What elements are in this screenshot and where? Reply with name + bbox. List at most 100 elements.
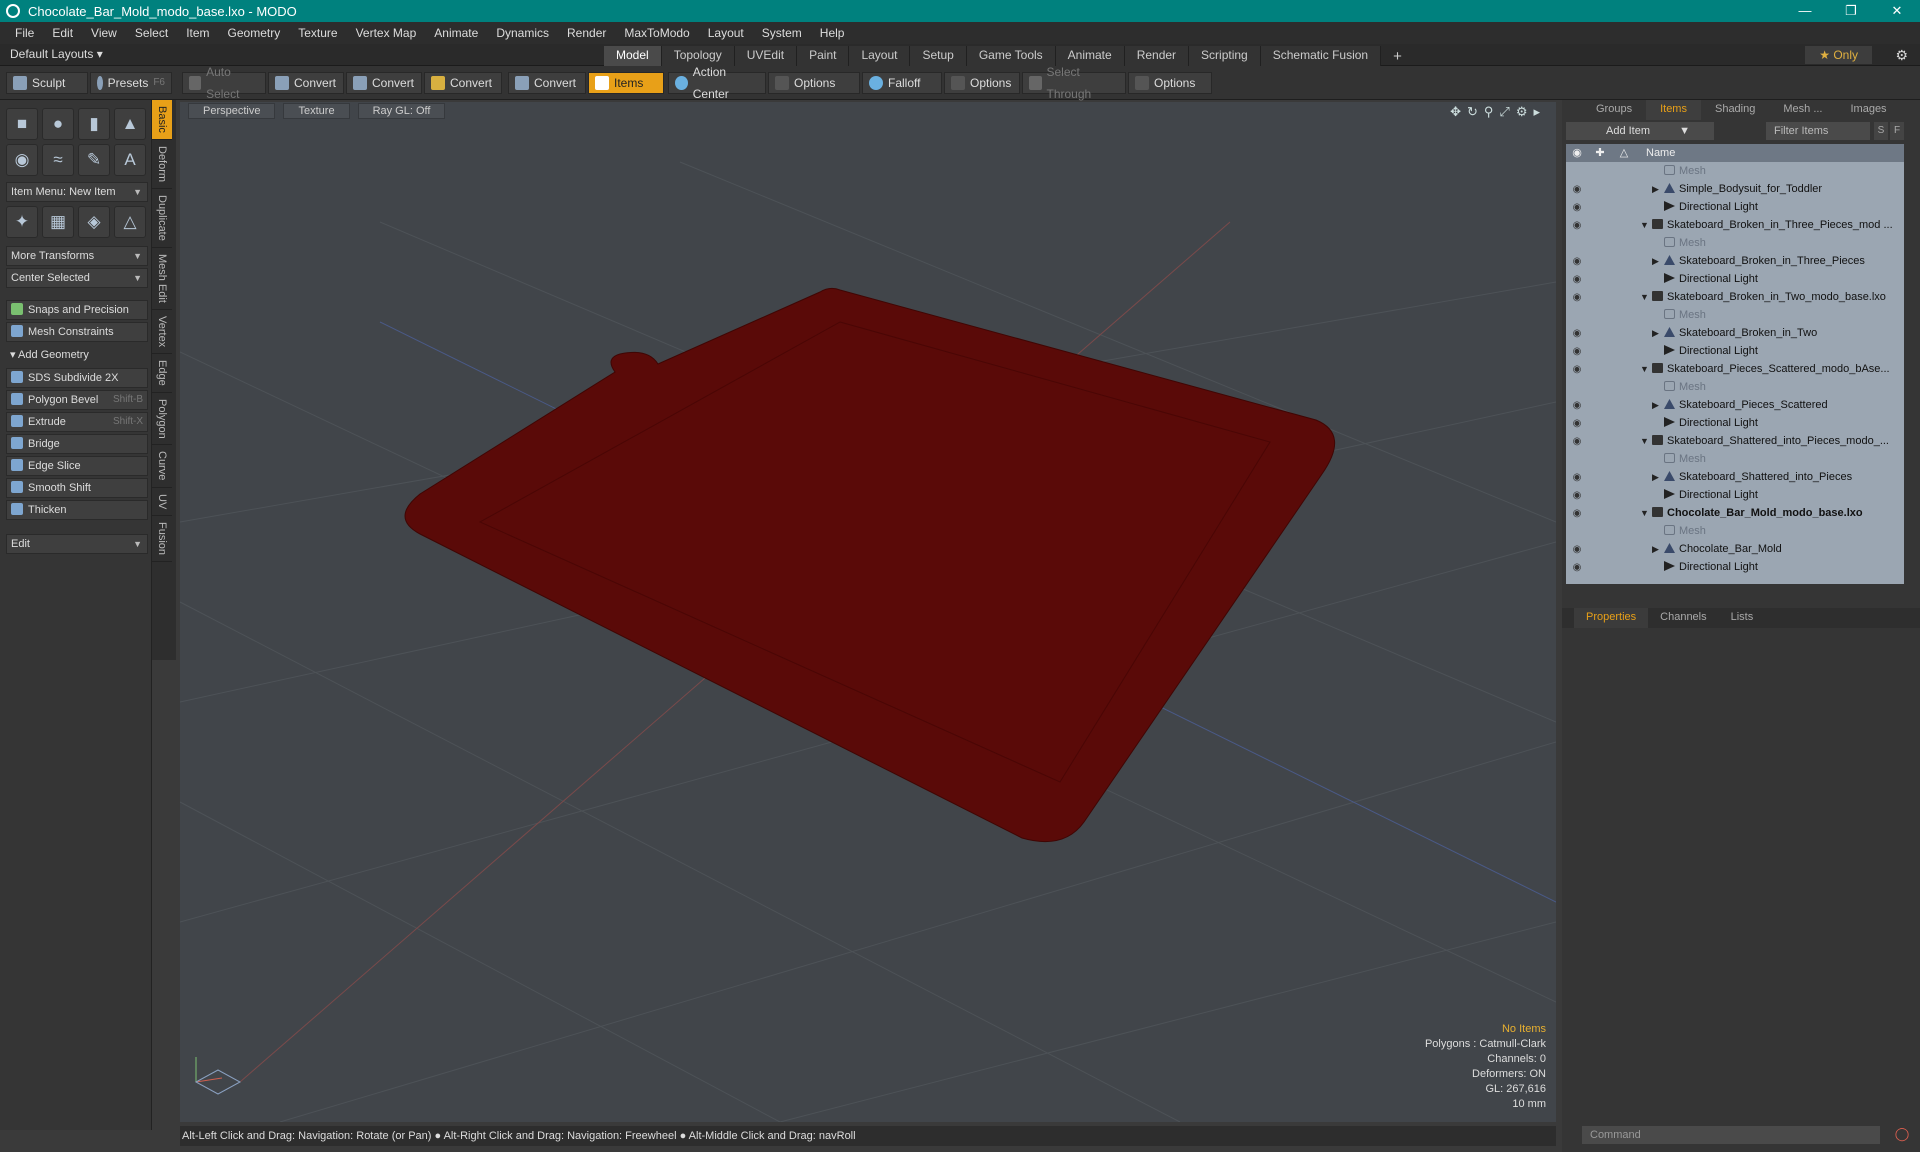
capsule-icon[interactable]: ≈ — [42, 144, 74, 176]
pen-icon[interactable]: ✎ — [78, 144, 110, 176]
menu-item-geometry[interactable]: Geometry — [219, 26, 290, 40]
convert-polygons-button[interactable]: Convert — [424, 72, 502, 94]
tab-groups[interactable]: Groups — [1582, 100, 1646, 120]
falloff-button[interactable]: Falloff — [862, 72, 942, 94]
globe-icon[interactable]: ◈ — [78, 206, 110, 238]
expand-toggle-icon[interactable]: ▼ — [1640, 436, 1652, 446]
expand-toggle-icon[interactable]: ▼ — [1640, 220, 1652, 230]
tree-row[interactable]: ◉ ▼ Skateboard_Shattered_into_Pieces_modo_… — [1566, 432, 1904, 450]
tree-row[interactable]: ◉ Directional Light — [1566, 486, 1904, 504]
visibility-eye-icon[interactable]: ◉ — [1566, 292, 1588, 303]
visibility-eye-icon[interactable]: ◉ — [1566, 544, 1588, 555]
tool-bridge[interactable]: Bridge — [6, 434, 148, 454]
default-layouts-dropdown[interactable]: Default Layouts ▾ — [10, 47, 103, 61]
minimize-icon[interactable]: — — [1782, 0, 1828, 22]
cone-icon[interactable]: ▲ — [114, 108, 146, 140]
select-options-button[interactable]: Options — [1128, 72, 1212, 94]
tab-properties[interactable]: Properties — [1574, 608, 1649, 628]
visibility-eye-icon[interactable]: ◉ — [1566, 328, 1588, 339]
vtab-mesh-edit[interactable]: Mesh Edit — [152, 248, 172, 310]
tab-setup[interactable]: Setup — [910, 46, 967, 67]
tool-smooth-shift[interactable]: Smooth Shift — [6, 478, 148, 498]
tab-render[interactable]: Render — [1124, 46, 1190, 67]
visibility-eye-icon[interactable]: ◉ — [1566, 436, 1588, 447]
items-mode-button[interactable]: Items — [588, 72, 664, 94]
tab-channels[interactable]: Channels — [1648, 608, 1718, 628]
command-input[interactable]: Command — [1582, 1126, 1880, 1144]
expand-toggle-icon[interactable]: ▼ — [1640, 364, 1652, 374]
menu-item-file[interactable]: File — [6, 26, 43, 40]
menu-item-system[interactable]: System — [753, 26, 811, 40]
vtab-deform[interactable]: Deform — [152, 140, 172, 189]
expand-toggle-icon[interactable]: ▶ — [1652, 472, 1664, 483]
transform-icon[interactable]: ✦ — [6, 206, 38, 238]
visibility-eye-icon[interactable]: ◉ — [1566, 562, 1588, 573]
visibility-eye-icon[interactable]: ◉ — [1566, 202, 1588, 213]
gear-icon[interactable]: ⚙ — [1895, 47, 1908, 64]
visibility-eye-icon[interactable]: ◉ — [1566, 508, 1588, 519]
vtab-curve[interactable]: Curve — [152, 445, 172, 488]
menu-item-dynamics[interactable]: Dynamics — [487, 26, 558, 40]
tree-row[interactable]: ◉ ▼ Skateboard_Broken_in_Two_modo_base.lxo — [1566, 288, 1904, 306]
visibility-eye-icon[interactable]: ◉ — [1566, 472, 1588, 483]
menu-item-maxtomodo[interactable]: MaxToModo — [615, 26, 698, 40]
expand-toggle-icon[interactable]: ▶ — [1652, 544, 1664, 555]
restore-icon[interactable]: ❐ — [1828, 0, 1874, 22]
3d-viewport[interactable]: Perspective Texture Ray GL: Off ✥ ↻ ⚲ ⤢ … — [180, 102, 1556, 1122]
convert-vertices-button[interactable]: Convert — [268, 72, 344, 94]
tab-shading[interactable]: Shading — [1701, 100, 1769, 120]
vtab-edge[interactable]: Edge — [152, 354, 172, 393]
sculpt-button[interactable]: Sculpt — [6, 72, 88, 94]
add-geometry-header[interactable]: ▾ Add Geometry — [6, 346, 148, 366]
tool-polygon-bevel[interactable]: Polygon Bevel Shift-B — [6, 390, 148, 410]
visibility-eye-icon[interactable]: ◉ — [1566, 364, 1588, 375]
tool-edge-slice[interactable]: Edge Slice — [6, 456, 148, 476]
chocolate-mold-mesh[interactable] — [404, 287, 1336, 843]
cube-icon[interactable]: ■ — [6, 108, 38, 140]
tree-row[interactable]: Mesh — [1566, 306, 1904, 324]
tab-mesh-[interactable]: Mesh ... — [1769, 100, 1836, 120]
snaps-button[interactable]: Snaps and Precision — [6, 300, 148, 320]
tree-row[interactable]: ◉ Directional Light — [1566, 558, 1904, 576]
visibility-eye-icon[interactable]: ◉ — [1566, 220, 1588, 231]
command-record-icon[interactable]: ◯ — [1892, 1126, 1912, 1144]
add-tab-icon[interactable]: + — [1381, 46, 1414, 67]
tree-row[interactable]: ◉ ▶ Skateboard_Broken_in_Two — [1566, 324, 1904, 342]
tree-row[interactable]: ◉ Directional Light — [1566, 342, 1904, 360]
tree-row[interactable]: Mesh — [1566, 450, 1904, 468]
tree-row[interactable]: ◉ ▶ Simple_Bodysuit_for_Toddler — [1566, 180, 1904, 198]
tab-schematic-fusion[interactable]: Schematic Fusion — [1260, 46, 1382, 67]
tree-row[interactable]: ◉ Directional Light — [1566, 414, 1904, 432]
tree-row[interactable]: ◉ ▼ Chocolate_Bar_Mold_modo_base.lxo — [1566, 504, 1904, 522]
menu-item-item[interactable]: Item — [177, 26, 218, 40]
tab-layout[interactable]: Layout — [849, 46, 911, 67]
menu-item-layout[interactable]: Layout — [699, 26, 753, 40]
tree-row[interactable]: Mesh — [1566, 234, 1904, 252]
only-toggle[interactable]: ★ Only — [1805, 46, 1872, 64]
tree-row[interactable]: ◉ ▼ Skateboard_Pieces_Scattered_modo_bAse.… — [1566, 360, 1904, 378]
center-selected-dropdown[interactable]: Center Selected ▼ — [6, 268, 148, 288]
vtab-fusion[interactable]: Fusion — [152, 516, 172, 563]
tree-row[interactable]: Mesh — [1566, 378, 1904, 396]
mesh-constraints-button[interactable]: Mesh Constraints — [6, 322, 148, 342]
expand-toggle-icon[interactable]: ▶ — [1652, 256, 1664, 267]
menu-item-render[interactable]: Render — [558, 26, 615, 40]
visibility-eye-icon[interactable]: ◉ — [1566, 418, 1588, 429]
pyramid-icon[interactable]: △ — [114, 206, 146, 238]
convert-edges-button[interactable]: Convert — [346, 72, 422, 94]
tab-paint[interactable]: Paint — [797, 46, 850, 67]
vtab-vertex[interactable]: Vertex — [152, 310, 172, 354]
tree-row[interactable]: ◉ ▶ Chocolate_Bar_Mold — [1566, 540, 1904, 558]
vtab-duplicate[interactable]: Duplicate — [152, 189, 172, 248]
tree-row[interactable]: ◉ Directional Light — [1566, 198, 1904, 216]
close-icon[interactable]: ✕ — [1874, 0, 1920, 22]
tool-thicken[interactable]: Thicken — [6, 500, 148, 520]
s-toggle[interactable]: S — [1874, 122, 1888, 140]
visibility-eye-icon[interactable]: ◉ — [1566, 274, 1588, 285]
tree-row[interactable]: ◉ ▶ Skateboard_Pieces_Scattered — [1566, 396, 1904, 414]
tree-row[interactable]: ◉ ▶ Skateboard_Shattered_into_Pieces — [1566, 468, 1904, 486]
vtab-polygon[interactable]: Polygon — [152, 393, 172, 446]
menu-item-animate[interactable]: Animate — [425, 26, 487, 40]
tab-images[interactable]: Images — [1836, 100, 1900, 120]
tree-row[interactable]: ◉ ▶ Skateboard_Broken_in_Three_Pieces — [1566, 252, 1904, 270]
